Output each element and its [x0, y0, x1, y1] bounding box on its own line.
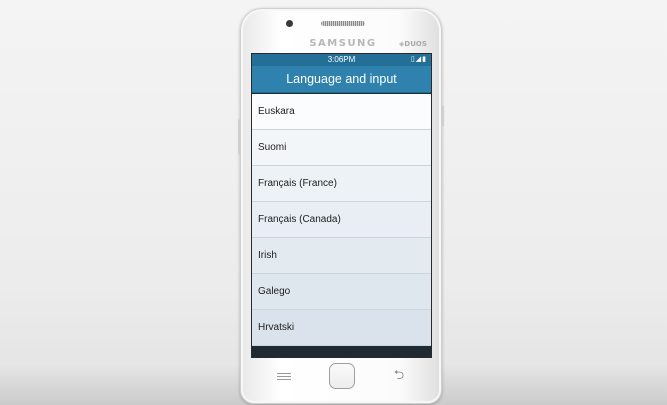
app-bar: Language and input: [252, 66, 431, 93]
language-item-galego[interactable]: Galego: [252, 274, 431, 310]
language-item-suomi[interactable]: Suomi: [252, 130, 431, 166]
home-button[interactable]: [329, 363, 355, 389]
page-title: Language and input: [286, 72, 397, 86]
phone-screen: 3:06PM ▯◢▮ Language and input Euskara Su…: [251, 53, 432, 358]
menu-key-icon[interactable]: [277, 373, 291, 381]
language-item-hrvatski[interactable]: Hrvatski: [252, 310, 431, 346]
earpiece-speaker: [321, 21, 365, 26]
phone-device: SAMSUNG ◈DUOS 3:06PM ▯◢▮ Language and in…: [238, 8, 444, 404]
language-list[interactable]: Euskara Suomi Français (France) Français…: [252, 94, 431, 357]
status-time: 3:06PM: [327, 55, 356, 64]
power-key[interactable]: [441, 105, 444, 127]
duos-label: ◈DUOS: [399, 40, 427, 48]
hardware-keys: ⮌: [241, 363, 441, 393]
status-bar: 3:06PM ▯◢▮: [252, 54, 431, 66]
front-camera: [286, 20, 293, 27]
duos-text: DUOS: [404, 40, 427, 48]
volume-key[interactable]: [238, 119, 241, 155]
language-item-francais-canada[interactable]: Français (Canada): [252, 202, 431, 238]
language-item-euskara[interactable]: Euskara: [252, 94, 431, 130]
battery-icon: ▮: [422, 56, 427, 63]
language-item-irish[interactable]: Irish: [252, 238, 431, 274]
brand-logo: SAMSUNG: [309, 38, 377, 49]
language-item-francais-france[interactable]: Français (France): [252, 166, 431, 202]
status-icons: ▯◢▮: [411, 54, 427, 66]
back-key-icon[interactable]: ⮌: [390, 369, 408, 383]
